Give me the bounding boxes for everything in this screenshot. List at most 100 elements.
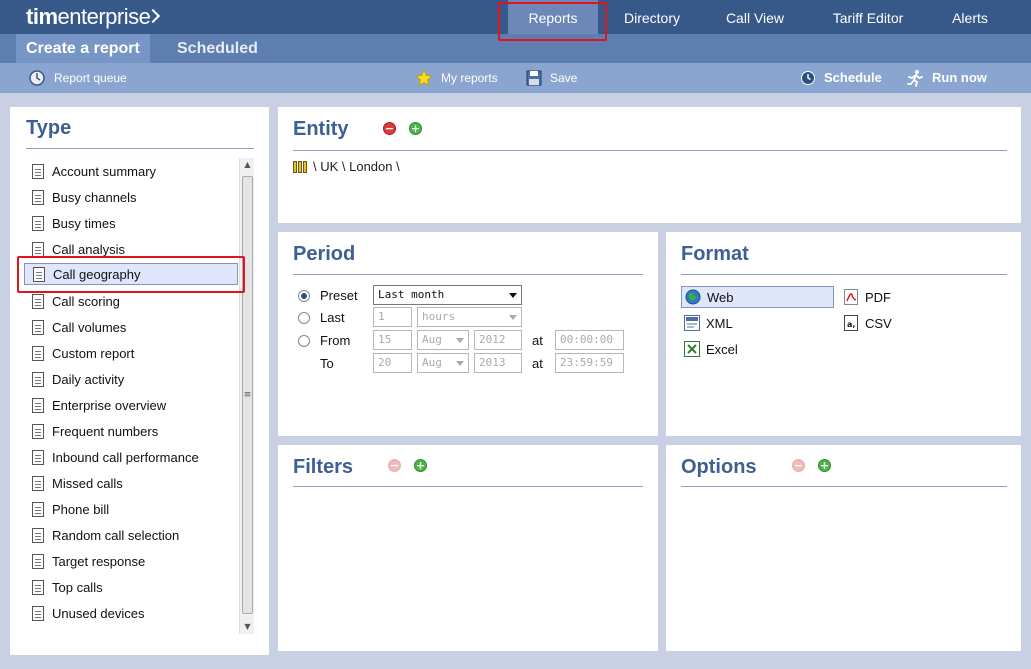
globe-icon bbox=[685, 289, 701, 305]
format-excel[interactable]: Excel bbox=[684, 338, 738, 360]
type-list-scrollbar[interactable]: ▲ ≡ ▼ bbox=[239, 158, 254, 634]
type-item-custom-report[interactable]: Custom report bbox=[24, 342, 238, 364]
type-item-target-response[interactable]: Target response bbox=[24, 550, 238, 572]
to-day-field[interactable]: 20 bbox=[373, 353, 412, 373]
report-type-list: Account summary Busy channels Busy times… bbox=[24, 158, 239, 634]
options-remove-button[interactable]: − bbox=[792, 459, 805, 472]
document-icon bbox=[32, 527, 44, 543]
app-logo[interactable]: timenterprise bbox=[26, 4, 161, 30]
nav-reports[interactable]: Reports bbox=[508, 0, 598, 34]
type-item-missed-calls[interactable]: Missed calls bbox=[24, 472, 238, 494]
last-radio[interactable] bbox=[298, 312, 310, 324]
type-item-call-analysis[interactable]: Call analysis bbox=[24, 238, 238, 260]
my-reports-button[interactable]: My reports bbox=[415, 63, 498, 93]
entity-add-button[interactable]: + bbox=[409, 122, 422, 135]
nav-directory[interactable]: Directory bbox=[608, 0, 696, 34]
entity-path[interactable]: \ UK \ London \ bbox=[293, 159, 400, 174]
type-item-daily-activity[interactable]: Daily activity bbox=[24, 368, 238, 390]
preset-label: Preset bbox=[320, 288, 358, 303]
from-day-field[interactable]: 15 bbox=[373, 330, 412, 350]
from-year-field[interactable]: 2012 bbox=[474, 330, 522, 350]
options-add-button[interactable]: + bbox=[818, 459, 831, 472]
document-icon bbox=[33, 266, 45, 282]
type-item-random-call-selection[interactable]: Random call selection bbox=[24, 524, 238, 546]
type-item-enterprise-overview[interactable]: Enterprise overview bbox=[24, 394, 238, 416]
type-item-account-summary[interactable]: Account summary bbox=[24, 160, 238, 182]
type-item-frequent-numbers[interactable]: Frequent numbers bbox=[24, 420, 238, 442]
filters-remove-button[interactable]: − bbox=[388, 459, 401, 472]
run-now-button[interactable]: Run now bbox=[906, 63, 987, 93]
star-icon bbox=[415, 69, 433, 87]
format-web[interactable]: Web bbox=[681, 286, 834, 308]
scroll-up-arrow[interactable]: ▲ bbox=[240, 158, 255, 172]
type-item-call-scoring[interactable]: Call scoring bbox=[24, 290, 238, 312]
entity-path-text: \ UK \ London \ bbox=[313, 159, 400, 174]
type-item-label: Frequent numbers bbox=[52, 423, 159, 439]
document-icon bbox=[32, 293, 44, 309]
type-item-call-geography[interactable]: Call geography bbox=[24, 263, 238, 285]
chevron-down-icon bbox=[509, 315, 517, 320]
type-item-unused-devices[interactable]: Unused devices bbox=[24, 602, 238, 624]
last-label: Last bbox=[320, 310, 345, 325]
format-csv[interactable]: a, CSV bbox=[843, 312, 892, 334]
schedule-label: Schedule bbox=[824, 70, 882, 85]
type-item-label: Call scoring bbox=[52, 293, 120, 309]
document-icon bbox=[32, 579, 44, 595]
excel-icon bbox=[684, 341, 700, 357]
run-icon bbox=[906, 69, 924, 87]
entity-remove-button[interactable]: − bbox=[383, 122, 396, 135]
scroll-thumb[interactable]: ≡ bbox=[242, 176, 253, 614]
csv-icon: a, bbox=[843, 315, 859, 331]
preset-select[interactable]: Last month bbox=[373, 285, 522, 305]
to-month-select[interactable]: Aug bbox=[417, 353, 469, 373]
type-divider bbox=[26, 148, 254, 149]
last-count-field[interactable]: 1 bbox=[373, 307, 412, 327]
type-item-phone-bill[interactable]: Phone bill bbox=[24, 498, 238, 520]
nav-call-view[interactable]: Call View bbox=[712, 0, 798, 34]
type-item-busy-times[interactable]: Busy times bbox=[24, 212, 238, 234]
preset-radio[interactable] bbox=[298, 290, 310, 302]
from-label: From bbox=[320, 333, 351, 348]
period-divider bbox=[293, 274, 643, 275]
type-item-top-calls[interactable]: Top calls bbox=[24, 576, 238, 598]
format-divider bbox=[681, 274, 1007, 275]
document-icon bbox=[32, 553, 44, 569]
to-year-field[interactable]: 2013 bbox=[474, 353, 522, 373]
document-icon bbox=[32, 605, 44, 621]
entity-divider bbox=[293, 150, 1007, 151]
type-item-label: Target response bbox=[52, 553, 146, 569]
tab-scheduled-reports[interactable]: Scheduled reports bbox=[167, 34, 327, 86]
type-item-label: Phone bill bbox=[52, 501, 110, 517]
type-item-label: Custom report bbox=[52, 345, 135, 361]
save-label: Save bbox=[550, 71, 578, 85]
nav-alerts[interactable]: Alerts bbox=[935, 0, 1005, 34]
document-icon bbox=[32, 423, 44, 439]
type-item-label: Missed calls bbox=[52, 475, 123, 491]
chevron-down-icon bbox=[509, 293, 517, 298]
schedule-button[interactable]: Schedule bbox=[800, 63, 882, 93]
save-button[interactable]: Save bbox=[526, 63, 577, 93]
tab-create-report[interactable]: Create a report bbox=[16, 34, 150, 63]
type-item-call-volumes[interactable]: Call volumes bbox=[24, 316, 238, 338]
format-xml[interactable]: XML bbox=[684, 312, 733, 334]
chevron-down-icon bbox=[456, 361, 464, 366]
report-queue-button[interactable]: Report queue bbox=[28, 63, 127, 93]
type-item-busy-channels[interactable]: Busy channels bbox=[24, 186, 238, 208]
last-unit-select[interactable]: hours bbox=[417, 307, 522, 327]
nav-tariff-editor[interactable]: Tariff Editor bbox=[815, 0, 921, 34]
from-month-select[interactable]: Aug bbox=[417, 330, 469, 350]
from-radio[interactable] bbox=[298, 335, 310, 347]
type-item-label: Random call selection bbox=[52, 527, 180, 543]
filters-add-button[interactable]: + bbox=[414, 459, 427, 472]
type-item-label: Busy channels bbox=[52, 189, 137, 205]
document-icon bbox=[32, 449, 44, 465]
format-pdf[interactable]: PDF bbox=[843, 286, 891, 308]
to-at-label: at bbox=[532, 356, 543, 371]
xml-icon bbox=[684, 315, 700, 331]
from-time-field[interactable]: 00:00:00 bbox=[555, 330, 624, 350]
type-item-inbound-call-performance[interactable]: Inbound call performance bbox=[24, 446, 238, 468]
sub-nav: Create a report Scheduled reports bbox=[0, 34, 1031, 86]
scroll-down-arrow[interactable]: ▼ bbox=[240, 620, 255, 634]
type-item-label: Call geography bbox=[53, 266, 141, 282]
to-time-field[interactable]: 23:59:59 bbox=[555, 353, 624, 373]
